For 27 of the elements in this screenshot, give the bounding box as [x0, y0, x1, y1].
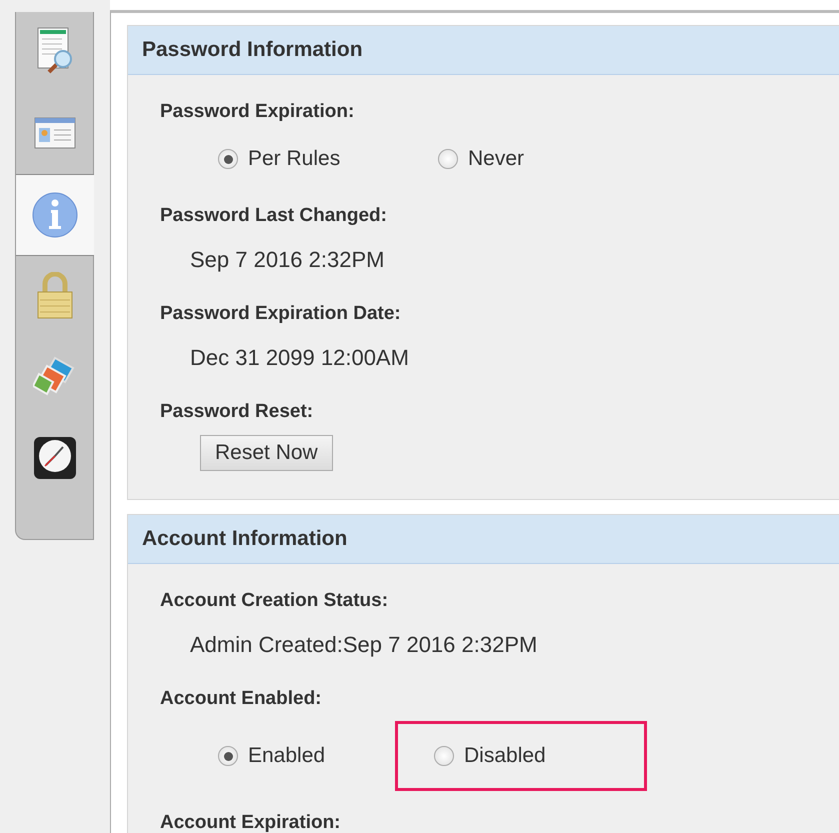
radio-option[interactable]: Per Rules [218, 137, 438, 181]
field-label: Account Enabled: [160, 688, 323, 710]
field-value: Admin Created:Sep 7 2016 2:32PM [190, 632, 538, 658]
field-value: Sep 7 2016 2:32PM [190, 247, 386, 273]
radio-option[interactable]: Never [438, 137, 658, 181]
option-label: Never [468, 147, 524, 171]
reset-button[interactable]: Reset Now [200, 435, 333, 471]
radio-button[interactable] [218, 149, 238, 169]
clock-icon [32, 436, 76, 480]
field-label: Password Last Changed: [160, 205, 388, 227]
option-label: Enabled [248, 744, 326, 768]
field-label: Account Expiration: [160, 812, 342, 833]
field-value: Dec 31 2099 12:00AM [190, 345, 410, 371]
padlock-icon [34, 272, 74, 320]
field-label: Account Creation Status: [160, 590, 390, 612]
id-card-icon [32, 116, 76, 150]
field-label: Password Expiration Date: [160, 303, 402, 325]
info-icon [31, 191, 79, 239]
section-title: Account Information [128, 515, 839, 564]
option-label: Per Rules [248, 147, 340, 171]
radio-button[interactable] [438, 149, 458, 169]
radio-button[interactable] [218, 746, 238, 766]
field-label: Password Expiration: [160, 101, 356, 123]
field-label: Password Reset: [160, 401, 314, 423]
option-label: Disabled [464, 744, 546, 768]
section-title: Password Information [128, 26, 839, 75]
radio-button[interactable] [434, 746, 454, 766]
